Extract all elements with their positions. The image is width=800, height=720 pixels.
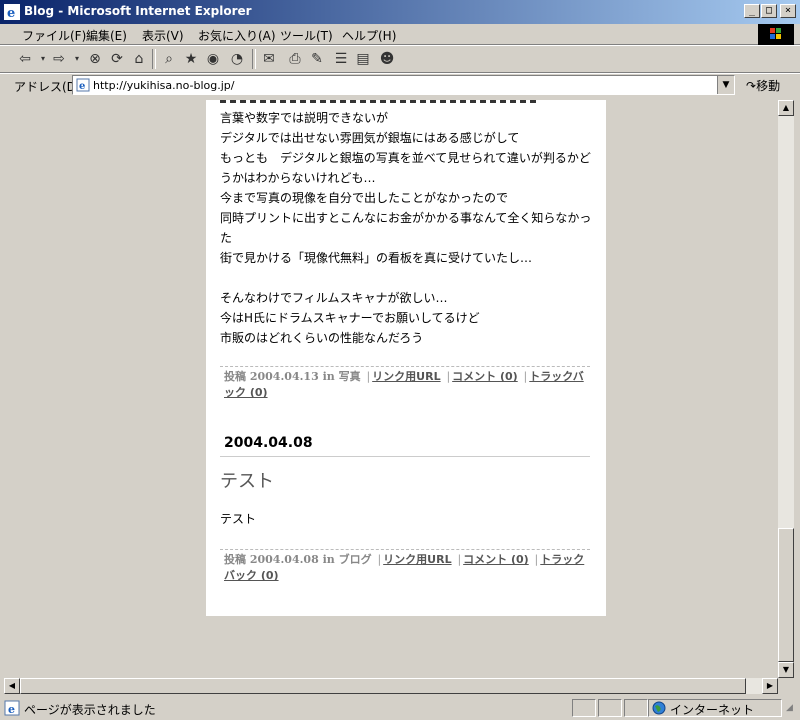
address-url: http://yukihisa.no-blog.jp/ bbox=[93, 79, 235, 92]
post-line: 同時プリントに出すとこんなにお金がかかる事なんて全く知らなかっ bbox=[220, 211, 592, 225]
post-line: そんなわけでフィルムスキャナが欲しい… bbox=[220, 291, 448, 305]
edit-icon[interactable]: ✎ bbox=[308, 50, 326, 68]
forward-dropdown-icon[interactable]: ▾ bbox=[68, 50, 86, 68]
window-title: Blog - Microsoft Internet Explorer bbox=[24, 4, 252, 18]
maximize-button[interactable]: □ bbox=[761, 4, 777, 18]
posted-label: 投稿 bbox=[224, 553, 246, 566]
forward-icon[interactable]: ⇨ bbox=[50, 50, 68, 68]
favorites-icon[interactable]: ★ bbox=[182, 50, 200, 68]
post-footer-divider bbox=[220, 366, 590, 367]
back-icon[interactable]: ⇦ bbox=[16, 50, 34, 68]
page-icon: e bbox=[76, 78, 90, 92]
post-line: もっとも デジタルと銀塩の写真を並べて見せられて違いが判るかど bbox=[220, 151, 591, 165]
category-link[interactable]: ブログ bbox=[339, 553, 372, 566]
address-label: アドレス(D) bbox=[14, 80, 81, 94]
address-dropdown-icon[interactable]: ▼ bbox=[717, 76, 734, 94]
toolbar-separator bbox=[152, 49, 156, 69]
post-body-2004-04-08: テスト bbox=[220, 512, 257, 526]
go-label: 移動 bbox=[756, 79, 781, 93]
menu-help[interactable]: ヘルプ(H) bbox=[342, 27, 396, 44]
date-header: 2004.04.08 bbox=[224, 435, 313, 451]
in-label: in bbox=[322, 370, 335, 383]
menu-view[interactable]: 表示(V) bbox=[142, 27, 184, 44]
date-header-rule bbox=[220, 456, 590, 457]
clipped-text-line bbox=[220, 100, 540, 103]
page-loaded-icon: e bbox=[4, 700, 20, 716]
toolbar: ⇦ ▾ ⇨ ▾ ⊗ ⟳ ⌂ ⌕ ★ ◉ ◔ ✉ ⎙ ✎ ☰ ▤ ☻ bbox=[0, 46, 800, 73]
menu-edit[interactable]: 編集(E) bbox=[86, 27, 127, 44]
status-bar: e ページが表示されました インターネット ◢ bbox=[0, 697, 800, 720]
address-bar: アドレス(D) e http://yukihisa.no-blog.jp/ ▼ … bbox=[0, 73, 800, 97]
ie-logo-icon: e bbox=[4, 4, 20, 20]
menu-file[interactable]: ファイル(F) bbox=[22, 27, 86, 44]
menu-favorites[interactable]: お気に入り(A) bbox=[198, 27, 276, 44]
messenger-icon[interactable]: ☻ bbox=[378, 50, 396, 68]
status-panel bbox=[572, 699, 596, 717]
print-icon[interactable]: ⎙ bbox=[286, 50, 304, 68]
permalink-link[interactable]: リンク用URL bbox=[383, 553, 451, 566]
post-line: 言葉や数字では説明できないが bbox=[220, 111, 389, 125]
post-line: た bbox=[220, 231, 233, 245]
post-line: デジタルでは出せない雰囲気が銀塩にはある感じがして bbox=[220, 131, 520, 145]
scroll-thumb[interactable] bbox=[778, 528, 794, 662]
scroll-right-icon[interactable]: ▶ bbox=[762, 678, 778, 694]
scroll-down-icon[interactable]: ▼ bbox=[778, 662, 794, 678]
in-label: in bbox=[322, 553, 335, 566]
internet-globe-icon bbox=[652, 701, 666, 715]
close-button[interactable]: × bbox=[780, 4, 796, 18]
post-line bbox=[220, 268, 600, 288]
menu-bar: ファイル(F) 編集(E) 表示(V) お気に入り(A) ツール(T) ヘルプ(… bbox=[0, 24, 800, 45]
resize-grip-icon[interactable]: ◢ bbox=[786, 703, 793, 713]
horizontal-scrollbar[interactable]: ◀ ▶ bbox=[4, 678, 778, 694]
go-button[interactable]: ↷移動 bbox=[746, 77, 780, 94]
post-body-2004-04-13: 言葉や数字では説明できないが デジタルでは出せない雰囲気が銀塩にはある感じがして… bbox=[220, 108, 600, 348]
page-viewport: 言葉や数字では説明できないが デジタルでは出せない雰囲気が銀塩にはある感じがして… bbox=[4, 100, 778, 678]
scroll-left-icon[interactable]: ◀ bbox=[4, 678, 20, 694]
vertical-scrollbar[interactable]: ▲ ▼ bbox=[778, 100, 794, 678]
stop-icon[interactable]: ⊗ bbox=[86, 50, 104, 68]
status-message: ページが表示されました bbox=[24, 703, 156, 717]
post-line: 市販のはどれくらいの性能なんだろう bbox=[220, 331, 424, 345]
post-line: 今まで写真の現像を自分で出したことがなかったので bbox=[220, 191, 509, 205]
refresh-icon[interactable]: ⟳ bbox=[108, 50, 126, 68]
toolbar-separator bbox=[252, 49, 256, 69]
post-footer: 投稿 2004.04.13 in 写真 | リンク用URL | コメント (0) |… bbox=[224, 370, 584, 399]
research-icon[interactable]: ▤ bbox=[354, 50, 372, 68]
post-date: 2004.04.13 bbox=[249, 370, 319, 383]
status-panel bbox=[598, 699, 622, 717]
permalink-link[interactable]: リンク用URL bbox=[372, 370, 440, 383]
go-arrow-icon: ↷ bbox=[746, 79, 757, 93]
horizontal-scroll-thumb[interactable] bbox=[20, 678, 746, 694]
mail-icon[interactable]: ✉ bbox=[260, 50, 278, 68]
scroll-up-icon[interactable]: ▲ bbox=[778, 100, 794, 116]
post-line: うかはわからないけれども… bbox=[220, 171, 376, 185]
search-icon[interactable]: ⌕ bbox=[160, 50, 178, 68]
history-icon[interactable]: ◔ bbox=[228, 50, 246, 68]
discuss-icon[interactable]: ☰ bbox=[332, 50, 350, 68]
post-date: 2004.04.08 bbox=[249, 553, 319, 566]
post-footer-divider bbox=[220, 549, 590, 550]
blog-page: 言葉や数字では説明できないが デジタルでは出せない雰囲気が銀塩にはある感じがして… bbox=[206, 100, 606, 616]
status-panel bbox=[624, 699, 648, 717]
category-link[interactable]: 写真 bbox=[339, 370, 361, 383]
comments-link[interactable]: コメント (0) bbox=[452, 370, 518, 383]
posted-label: 投稿 bbox=[224, 370, 246, 383]
windows-logo-icon bbox=[758, 24, 794, 45]
post-title[interactable]: テスト bbox=[220, 467, 274, 493]
post-line: 今はH氏にドラムスキャナーでお願いしてるけど bbox=[220, 311, 480, 325]
security-zone: インターネット bbox=[670, 703, 755, 717]
post-footer: 投稿 2004.04.08 in ブログ | リンク用URL | コメント (0) … bbox=[224, 553, 585, 582]
menu-tools[interactable]: ツール(T) bbox=[280, 27, 333, 44]
post-line: 街で見かける「現像代無料」の看板を真に受けていたし… bbox=[220, 251, 533, 265]
svg-text:e: e bbox=[79, 81, 85, 92]
address-input[interactable]: e http://yukihisa.no-blog.jp/ ▼ bbox=[72, 75, 735, 95]
svg-text:e: e bbox=[8, 703, 15, 716]
home-icon[interactable]: ⌂ bbox=[130, 50, 148, 68]
svg-text:e: e bbox=[7, 6, 15, 20]
minimize-button[interactable]: _ bbox=[744, 4, 760, 18]
title-bar: e Blog - Microsoft Internet Explorer _ □… bbox=[0, 0, 800, 24]
comments-link[interactable]: コメント (0) bbox=[463, 553, 529, 566]
media-icon[interactable]: ◉ bbox=[204, 50, 222, 68]
